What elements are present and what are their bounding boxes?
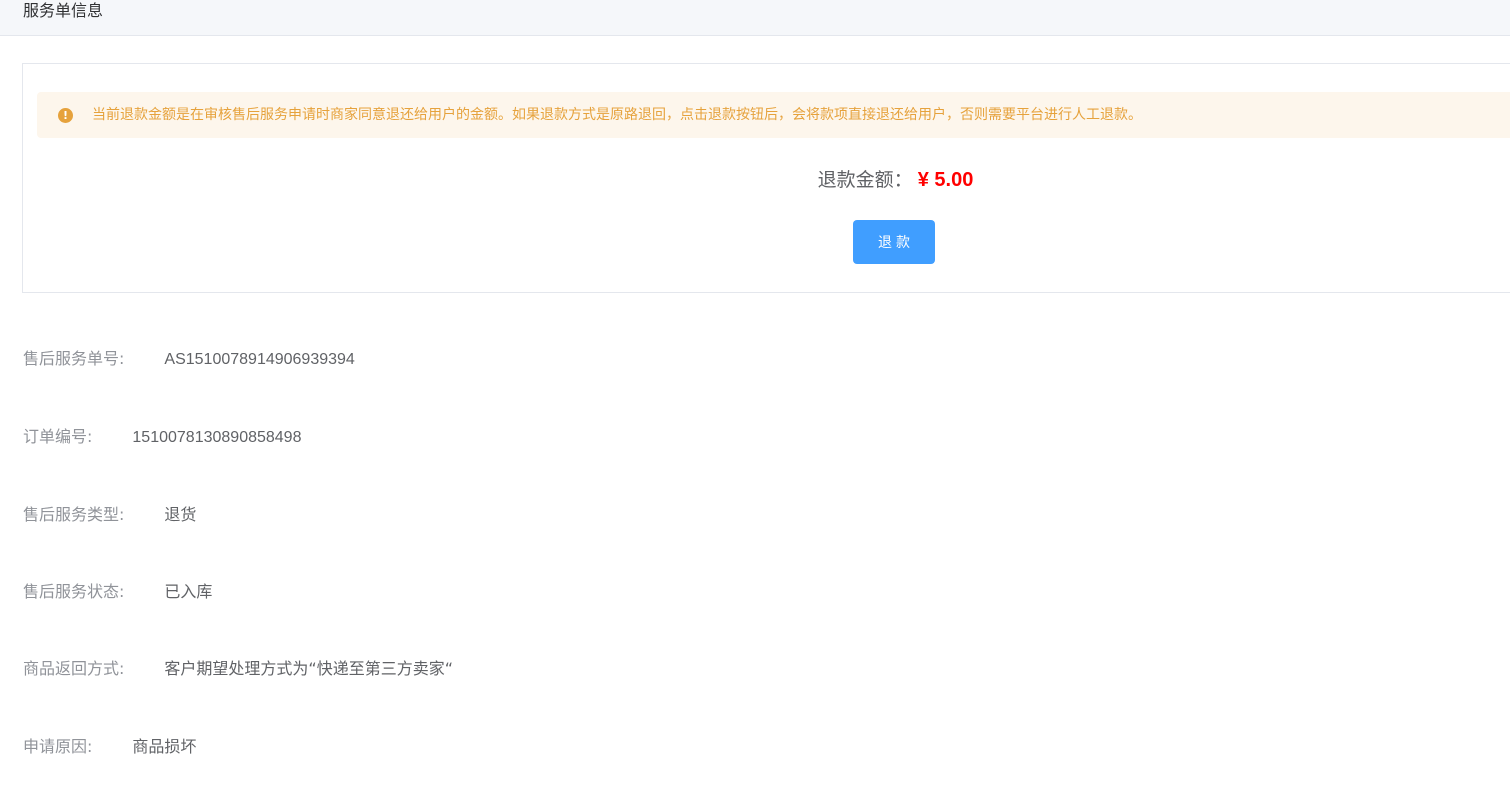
service-status-value: 已入库	[164, 582, 213, 601]
page-title: 服务单信息	[23, 1, 104, 20]
refund-amount-row: 退款金额： ¥ 5.00	[23, 165, 1510, 196]
service-status-row: 售后服务状态: 已入库	[23, 580, 212, 604]
apply-reason-row: 申请原因: 商品损坏	[23, 735, 196, 759]
service-status-label: 售后服务状态:	[23, 582, 125, 601]
service-order-number-label: 售后服务单号:	[23, 349, 125, 368]
refund-button[interactable]: 退款	[853, 220, 935, 264]
page-header: 服务单信息	[0, 0, 1510, 36]
order-number-value: 1510078130890858498	[132, 429, 302, 446]
order-number-row: 订单编号: 1510078130890858498	[23, 425, 301, 449]
refund-notice-alert: ! 当前退款金额是在审核售后服务申请时商家同意退还给用户的金额。如果退款方式是原…	[37, 92, 1510, 138]
apply-reason-label: 申请原因:	[23, 737, 93, 756]
service-order-number-value: AS1510078914906939394	[164, 351, 355, 368]
return-method-value: 客户期望处理方式为“快递至第三方卖家“	[164, 659, 453, 678]
service-type-value: 退货	[164, 505, 197, 524]
order-number-label: 订单编号:	[23, 427, 93, 446]
warning-icon: !	[58, 108, 73, 123]
service-type-label: 售后服务类型:	[23, 505, 125, 524]
service-order-number-row: 售后服务单号: AS1510078914906939394	[23, 347, 355, 371]
return-method-row: 商品返回方式: 客户期望处理方式为“快递至第三方卖家“	[23, 657, 453, 681]
refund-amount-value: ¥ 5.00	[917, 169, 974, 191]
refund-panel: ! 当前退款金额是在审核售后服务申请时商家同意退还给用户的金额。如果退款方式是原…	[22, 63, 1510, 293]
refund-amount-label: 退款金额：	[817, 169, 913, 191]
apply-reason-value: 商品损坏	[132, 737, 197, 756]
refund-notice-text: 当前退款金额是在审核售后服务申请时商家同意退还给用户的金额。如果退款方式是原路退…	[92, 107, 1142, 123]
service-type-row: 售后服务类型: 退货	[23, 503, 196, 527]
return-method-label: 商品返回方式:	[23, 659, 125, 678]
